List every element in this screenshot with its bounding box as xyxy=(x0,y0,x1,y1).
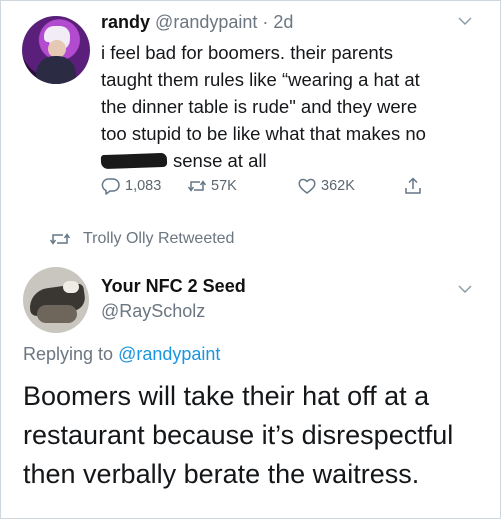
tweet1-action-bar: 1,083 57K 362K xyxy=(101,176,441,198)
tweet1-text: i feel bad for boomers. their parents ta… xyxy=(100,39,486,174)
like-icon xyxy=(298,178,316,194)
avatar-your-nfc-2-seed[interactable] xyxy=(23,267,89,333)
like-button[interactable]: 362K xyxy=(297,176,355,196)
retweet-notice[interactable]: Trolly Olly Retweeted xyxy=(49,230,234,248)
replying-to-mention[interactable]: @randypaint xyxy=(118,344,220,364)
reply-button[interactable]: 1,083 xyxy=(101,176,161,196)
tweet1-timestamp[interactable]: 2d xyxy=(273,12,293,32)
tweet2-text-line: then verbally berate the waitress. xyxy=(23,459,420,489)
tweet2-text-line: restaurant because it’s disrespectful xyxy=(23,420,454,450)
tweet1-separator: · xyxy=(262,12,269,32)
tweet1-display-name[interactable]: randy xyxy=(101,12,150,32)
chevron-down-icon[interactable] xyxy=(457,281,473,297)
retweet-icon xyxy=(187,180,207,192)
screenshot-frame: randy @randypaint · 2d i feel bad for bo… xyxy=(0,0,501,519)
censor-scribble xyxy=(100,152,168,170)
retweet-icon xyxy=(49,233,71,245)
tweet1-text-line-last: sense at all xyxy=(100,147,486,174)
replying-to-prefix: Replying to xyxy=(23,344,114,364)
avatar-body xyxy=(36,56,76,84)
avatar-randy[interactable] xyxy=(22,16,90,84)
like-count: 362K xyxy=(321,178,355,194)
reply-icon xyxy=(101,178,120,195)
retweet-notice-label: Trolly Olly Retweeted xyxy=(83,230,235,247)
tweet2-text: Boomers will take their hat off at a res… xyxy=(23,377,493,494)
avatar-shape xyxy=(37,305,77,323)
tweet2-text-line: Boomers will take their hat off at a xyxy=(23,381,430,411)
chevron-down-icon[interactable] xyxy=(457,13,473,29)
tweet2-display-name[interactable]: Your NFC 2 Seed xyxy=(101,276,246,297)
tweet2-handle[interactable]: @RayScholz xyxy=(101,301,205,322)
replying-to-line: Replying to @randypaint xyxy=(23,344,220,365)
tweet1-header: randy @randypaint · 2d xyxy=(101,12,293,33)
share-button[interactable] xyxy=(403,176,427,196)
tweet1-text-line: too stupid to be like what that makes no xyxy=(101,123,426,144)
tweet1-handle[interactable]: @randypaint xyxy=(155,12,257,32)
tweet1-text-ending: sense at all xyxy=(173,150,267,171)
avatar-shape xyxy=(63,281,79,293)
retweet-button[interactable]: 57K xyxy=(187,176,237,196)
retweet-count: 57K xyxy=(211,178,237,194)
tweet1-text-line: the dinner table is rude" and they were xyxy=(101,96,418,117)
reply-count: 1,083 xyxy=(125,178,162,194)
share-icon xyxy=(405,177,421,194)
tweet1-text-line: taught them rules like “wearing a hat at xyxy=(101,69,420,90)
tweet1-text-line: i feel bad for boomers. their parents xyxy=(101,42,394,63)
